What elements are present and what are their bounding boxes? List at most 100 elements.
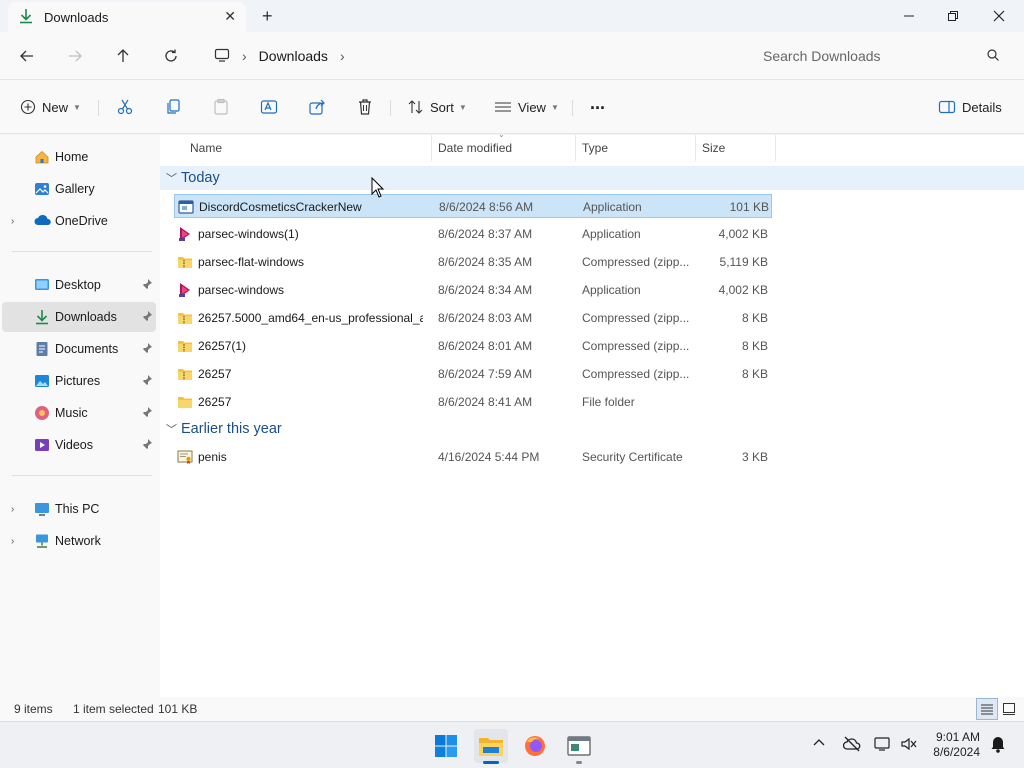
search-icon[interactable] <box>986 48 1000 65</box>
nav-item-gallery[interactable]: Gallery <box>2 174 156 204</box>
file-row[interactable]: parsec-windows(1) 8/6/2024 8:37 AM Appli… <box>174 222 772 246</box>
up-button[interactable] <box>111 44 135 68</box>
new-button[interactable]: New ▼ <box>20 94 81 120</box>
column-header-type[interactable]: Type <box>576 135 696 161</box>
new-label: New <box>42 99 69 115</box>
forward-button[interactable] <box>63 44 87 68</box>
delete-button[interactable] <box>356 94 374 120</box>
copy-button[interactable] <box>164 94 182 120</box>
chevron-right-icon[interactable]: › <box>11 504 14 515</box>
nav-item-network[interactable]: › Network <box>2 526 156 556</box>
breadcrumb[interactable]: › Downloads › <box>204 40 740 72</box>
cut-button[interactable] <box>116 94 134 120</box>
chevron-right-icon[interactable]: › <box>11 536 14 547</box>
notification-bell-icon[interactable] <box>990 735 1006 756</box>
address-bar: › Downloads › <box>0 32 1024 80</box>
gallery-icon <box>34 181 50 200</box>
pin-icon[interactable] <box>141 278 153 293</box>
file-row[interactable]: parsec-windows 8/6/2024 8:34 AM Applicat… <box>174 278 772 302</box>
rename-button[interactable] <box>260 94 278 120</box>
volume-muted-icon[interactable] <box>900 736 918 755</box>
nav-item-documents[interactable]: Documents <box>2 334 156 364</box>
file-explorer-taskbar-button[interactable] <box>474 729 508 764</box>
nav-item-this-pc[interactable]: › This PC <box>2 494 156 524</box>
back-arrow-icon <box>20 50 33 62</box>
start-button[interactable] <box>429 729 463 763</box>
mouse-cursor-icon <box>371 177 385 198</box>
clock-date: 8/6/2024 <box>933 745 980 759</box>
item-count: 9 items <box>14 702 53 716</box>
pin-icon[interactable] <box>141 438 153 453</box>
firefox-taskbar-button[interactable] <box>518 729 552 763</box>
details-view-toggle[interactable] <box>976 698 998 720</box>
nav-item-downloads[interactable]: Downloads <box>2 302 156 332</box>
active-indicator <box>483 761 499 764</box>
share-icon <box>309 99 325 115</box>
file-date: 8/6/2024 8:01 AM <box>438 339 533 353</box>
share-button[interactable] <box>308 94 326 120</box>
nav-item-videos[interactable]: Videos <box>2 430 156 460</box>
file-row[interactable]: 26257(1) 8/6/2024 8:01 AM Compressed (zi… <box>174 334 772 358</box>
chevron-down-icon: ▼ <box>73 102 81 112</box>
nav-item-desktop[interactable]: Desktop <box>2 270 156 300</box>
pin-icon[interactable] <box>141 310 153 325</box>
sort-button[interactable]: Sort ▼ <box>408 94 467 120</box>
column-header-size[interactable]: Size <box>696 135 776 161</box>
details-button[interactable]: Details <box>938 94 1002 120</box>
breadcrumb-chevron-icon[interactable]: › <box>340 48 345 64</box>
cloud-offline-icon[interactable] <box>842 736 861 755</box>
pin-icon[interactable] <box>141 374 153 389</box>
monitor-icon[interactable] <box>214 47 230 66</box>
column-header-name[interactable]: Name <box>184 135 432 161</box>
close-button[interactable] <box>976 0 1022 32</box>
nav-item-home[interactable]: Home <box>2 142 156 172</box>
nav-item-pictures[interactable]: Pictures <box>2 366 156 396</box>
file-type: Compressed (zipp... <box>582 367 690 381</box>
minimize-button[interactable] <box>886 0 932 32</box>
pin-icon[interactable] <box>141 406 153 421</box>
file-row[interactable]: parsec-flat-windows 8/6/2024 8:35 AM Com… <box>174 250 772 274</box>
selection-size: 101 KB <box>158 702 198 716</box>
nav-item-music[interactable]: Music <box>2 398 156 428</box>
breadcrumb-chevron-icon[interactable]: › <box>242 48 247 64</box>
paste-button[interactable] <box>212 94 230 120</box>
taskbar: 9:01 AM 8/6/2024 <box>0 721 1024 768</box>
maximize-button[interactable] <box>930 0 976 32</box>
column-label: Type <box>582 141 609 155</box>
file-row[interactable]: 26257.5000_amd64_en-us_professional_a...… <box>174 306 772 330</box>
view-button[interactable]: View ▼ <box>494 94 559 120</box>
breadcrumb-downloads[interactable]: Downloads <box>259 48 328 64</box>
selection-count: 1 item selected <box>73 702 154 716</box>
network-status-icon[interactable] <box>874 736 892 755</box>
file-date: 8/6/2024 8:56 AM <box>439 200 534 214</box>
search-box[interactable] <box>748 40 1014 72</box>
chevron-right-icon[interactable]: › <box>11 216 14 227</box>
nav-item-onedrive[interactable]: › OneDrive <box>2 206 156 236</box>
clock[interactable]: 9:01 AM 8/6/2024 <box>933 730 980 760</box>
pin-icon[interactable] <box>141 342 153 357</box>
tab-close-icon[interactable]: ✕ <box>224 8 236 25</box>
chevron-down-icon[interactable]: ﹀ <box>166 421 177 437</box>
new-tab-button[interactable]: + <box>262 6 273 27</box>
file-row[interactable]: 26257 8/6/2024 8:41 AM File folder <box>174 390 772 414</box>
tab-downloads[interactable]: Downloads ✕ <box>8 2 246 32</box>
file-name: 26257(1) <box>198 339 247 353</box>
back-button[interactable] <box>15 44 39 68</box>
more-options-button[interactable]: ... <box>590 90 605 116</box>
clock-time: 9:01 AM <box>935 730 980 744</box>
group-header-earlier[interactable]: ﹀ Earlier this year <box>160 417 1024 441</box>
trash-icon <box>359 99 371 115</box>
tiles-view-toggle[interactable] <box>998 698 1020 720</box>
search-input[interactable] <box>763 48 973 64</box>
folder-icon <box>177 394 193 410</box>
file-row[interactable]: DiscordCosmeticsCrackerNew 8/6/2024 8:56… <box>174 194 772 218</box>
group-header-today[interactable]: ﹀ Today <box>160 166 1024 190</box>
file-row[interactable]: penis 4/16/2024 5:44 PM Security Certifi… <box>174 445 772 469</box>
paste-icon <box>214 98 228 115</box>
chevron-down-icon[interactable]: ﹀ <box>166 170 177 186</box>
app-taskbar-button[interactable] <box>562 729 596 764</box>
file-row[interactable]: 26257 8/6/2024 7:59 AM Compressed (zipp.… <box>174 362 772 386</box>
chevron-up-icon[interactable] <box>812 736 826 753</box>
refresh-button[interactable] <box>159 44 183 68</box>
zip-folder-icon <box>177 254 193 270</box>
